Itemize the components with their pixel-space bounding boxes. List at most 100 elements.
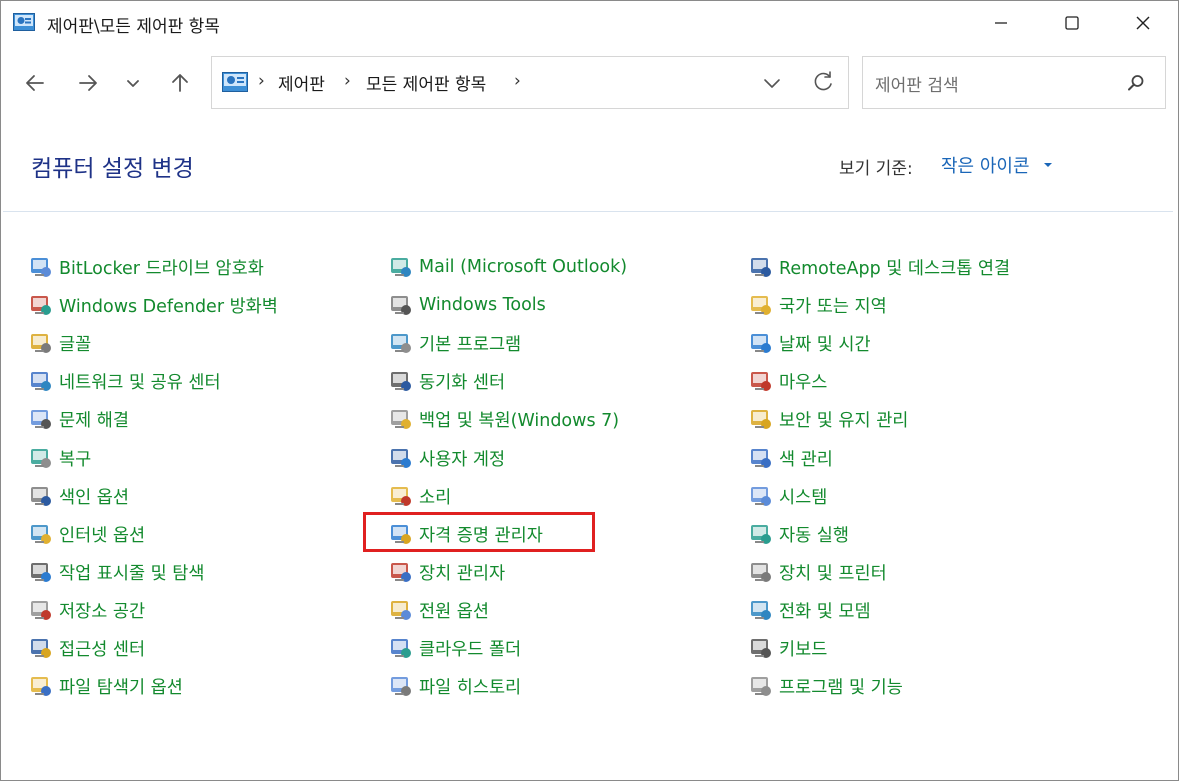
cp-item-label: 네트워크 및 공유 센터 xyxy=(59,372,221,393)
address-bar[interactable]: › 제어판 › 모든 제어판 항목 › xyxy=(211,56,849,109)
user-accounts-icon xyxy=(391,449,411,468)
cp-item-label: 동기화 센터 xyxy=(419,372,506,393)
cp-item-speaker[interactable]: 소리 xyxy=(389,480,451,512)
chevron-down-icon xyxy=(127,80,139,87)
up-button[interactable] xyxy=(162,65,198,101)
cp-item-system-monitor[interactable]: 시스템 xyxy=(749,480,827,512)
maximize-icon xyxy=(1065,16,1079,30)
cp-item-troubleshoot[interactable]: 문제 해결 xyxy=(29,403,129,435)
cp-item-color-management[interactable]: 색 관리 xyxy=(749,442,833,474)
cp-item-recovery[interactable]: 복구 xyxy=(29,442,91,474)
cp-item-label: 날짜 및 시간 xyxy=(779,334,871,355)
cp-item-bitlocker-key[interactable]: BitLocker 드라이브 암호화 xyxy=(29,251,264,283)
indexing-icon xyxy=(31,487,51,506)
forward-button[interactable] xyxy=(70,65,106,101)
cp-item-label: 시스템 xyxy=(779,487,828,508)
mouse-icon xyxy=(751,372,771,391)
font-folder-icon xyxy=(31,334,51,353)
cp-item-label: 장치 관리자 xyxy=(419,563,506,584)
cp-item-label: 백업 및 복원(Windows 7) xyxy=(419,410,620,431)
recent-locations-button[interactable] xyxy=(115,65,151,101)
cp-item-label: 접근성 센터 xyxy=(59,639,146,660)
minimize-button[interactable] xyxy=(966,1,1036,45)
cp-item-taskbar[interactable]: 작업 표시줄 및 탐색 xyxy=(29,556,205,588)
firewall-brick-icon xyxy=(31,296,51,315)
cp-item-power[interactable]: 전원 옵션 xyxy=(389,594,489,626)
cp-item-cloud-folder[interactable]: 클라우드 폴더 xyxy=(389,632,521,664)
cp-item-default-programs[interactable]: 기본 프로그램 xyxy=(389,327,521,359)
breadcrumb-separator: › xyxy=(514,71,521,91)
cp-item-device-manager[interactable]: 장치 관리자 xyxy=(389,556,505,588)
credential-vault-icon xyxy=(391,525,411,544)
cp-item-user-accounts[interactable]: 사용자 계정 xyxy=(389,442,505,474)
backup-icon xyxy=(391,410,411,429)
cp-item-label: 기본 프로그램 xyxy=(419,334,522,355)
cp-item-folder-options[interactable]: 파일 탐색기 옵션 xyxy=(29,670,183,702)
internet-globe-icon xyxy=(31,525,51,544)
cp-item-label: Windows Tools xyxy=(419,295,546,315)
breadcrumb-all-items[interactable]: 모든 제어판 항목 xyxy=(366,70,486,95)
cp-item-label: 글꼴 xyxy=(59,334,92,355)
breadcrumb-control-panel[interactable]: 제어판 xyxy=(278,70,325,95)
cp-item-label: 보안 및 유지 관리 xyxy=(779,410,909,431)
search-placeholder: 제어판 검색 xyxy=(875,76,959,96)
cp-item-label: 키보드 xyxy=(779,639,828,660)
device-manager-icon xyxy=(391,563,411,582)
cp-item-programs-features[interactable]: 프로그램 및 기능 xyxy=(749,670,903,702)
cp-item-remoteapp[interactable]: RemoteApp 및 데스크톱 연결 xyxy=(749,251,1010,283)
cp-item-security-flag[interactable]: 보안 및 유지 관리 xyxy=(749,403,908,435)
cp-item-label: 클라우드 폴더 xyxy=(419,639,522,660)
cp-item-label: 파일 탐색기 옵션 xyxy=(59,677,183,698)
cp-item-autoplay[interactable]: 자동 실행 xyxy=(749,518,849,550)
cp-item-printer[interactable]: 장치 및 프린터 xyxy=(749,556,887,588)
address-dropdown-icon[interactable] xyxy=(760,71,784,95)
cp-item-label: 사용자 계정 xyxy=(419,449,506,470)
view-by-dropdown[interactable]: 작은 아이콘 xyxy=(941,152,1030,178)
maximize-button[interactable] xyxy=(1037,1,1107,45)
cp-item-backup[interactable]: 백업 및 복원(Windows 7) xyxy=(389,403,619,435)
security-flag-icon xyxy=(751,410,771,429)
cp-item-label: 자동 실행 xyxy=(779,525,849,546)
cp-item-internet-globe[interactable]: 인터넷 옵션 xyxy=(29,518,145,550)
cp-item-font-folder[interactable]: 글꼴 xyxy=(29,327,91,359)
search-icon[interactable] xyxy=(1125,72,1147,94)
refresh-icon[interactable] xyxy=(810,69,836,95)
cp-item-indexing[interactable]: 색인 옵션 xyxy=(29,480,129,512)
cp-item-accessibility[interactable]: 접근성 센터 xyxy=(29,632,145,664)
close-button[interactable] xyxy=(1108,1,1178,45)
cp-item-network[interactable]: 네트워크 및 공유 센터 xyxy=(29,365,221,397)
control-panel-window: 제어판\모든 제어판 항목 › 제어판 › 모든 제어판 항목 › 제어판 검색… xyxy=(0,0,1179,781)
cp-item-sync[interactable]: 동기화 센터 xyxy=(389,365,505,397)
cp-item-mail[interactable]: Mail (Microsoft Outlook) xyxy=(389,251,627,283)
cp-item-tools-gear[interactable]: Windows Tools xyxy=(389,289,546,321)
default-programs-icon xyxy=(391,334,411,353)
cp-item-label: 저장소 공간 xyxy=(59,601,146,622)
power-icon xyxy=(391,601,411,620)
search-input[interactable]: 제어판 검색 xyxy=(862,56,1166,109)
arrow-up-icon xyxy=(172,74,188,92)
cp-item-file-history[interactable]: 파일 히스토리 xyxy=(389,670,521,702)
remoteapp-icon xyxy=(751,258,771,277)
troubleshoot-icon xyxy=(31,410,51,429)
keyboard-icon xyxy=(751,639,771,658)
cp-item-label: 전원 옵션 xyxy=(419,601,489,622)
cp-item-mouse[interactable]: 마우스 xyxy=(749,365,827,397)
cp-item-label: 자격 증명 관리자 xyxy=(419,525,543,546)
cp-item-label: 색인 옵션 xyxy=(59,487,129,508)
cp-item-label: 국가 또는 지역 xyxy=(779,296,887,317)
cp-item-credential-vault[interactable]: 자격 증명 관리자 xyxy=(389,518,543,550)
navigation-bar: › 제어판 › 모든 제어판 항목 › 제어판 검색 xyxy=(1,45,1178,121)
cp-item-label: 복구 xyxy=(59,449,92,470)
cp-item-label: 소리 xyxy=(419,487,452,508)
caret-down-icon[interactable] xyxy=(1043,161,1053,169)
cp-item-phone-modem[interactable]: 전화 및 모뎀 xyxy=(749,594,871,626)
cp-item-keyboard[interactable]: 키보드 xyxy=(749,632,827,664)
cp-item-date-time[interactable]: 날짜 및 시간 xyxy=(749,327,871,359)
cp-item-region-globe[interactable]: 국가 또는 지역 xyxy=(749,289,887,321)
date-time-icon xyxy=(751,334,771,353)
cp-item-storage[interactable]: 저장소 공간 xyxy=(29,594,145,626)
cp-item-firewall-brick[interactable]: Windows Defender 방화벽 xyxy=(29,289,278,321)
back-button[interactable] xyxy=(17,65,53,101)
mail-icon xyxy=(391,258,411,277)
cp-item-label: 작업 표시줄 및 탐색 xyxy=(59,563,205,584)
